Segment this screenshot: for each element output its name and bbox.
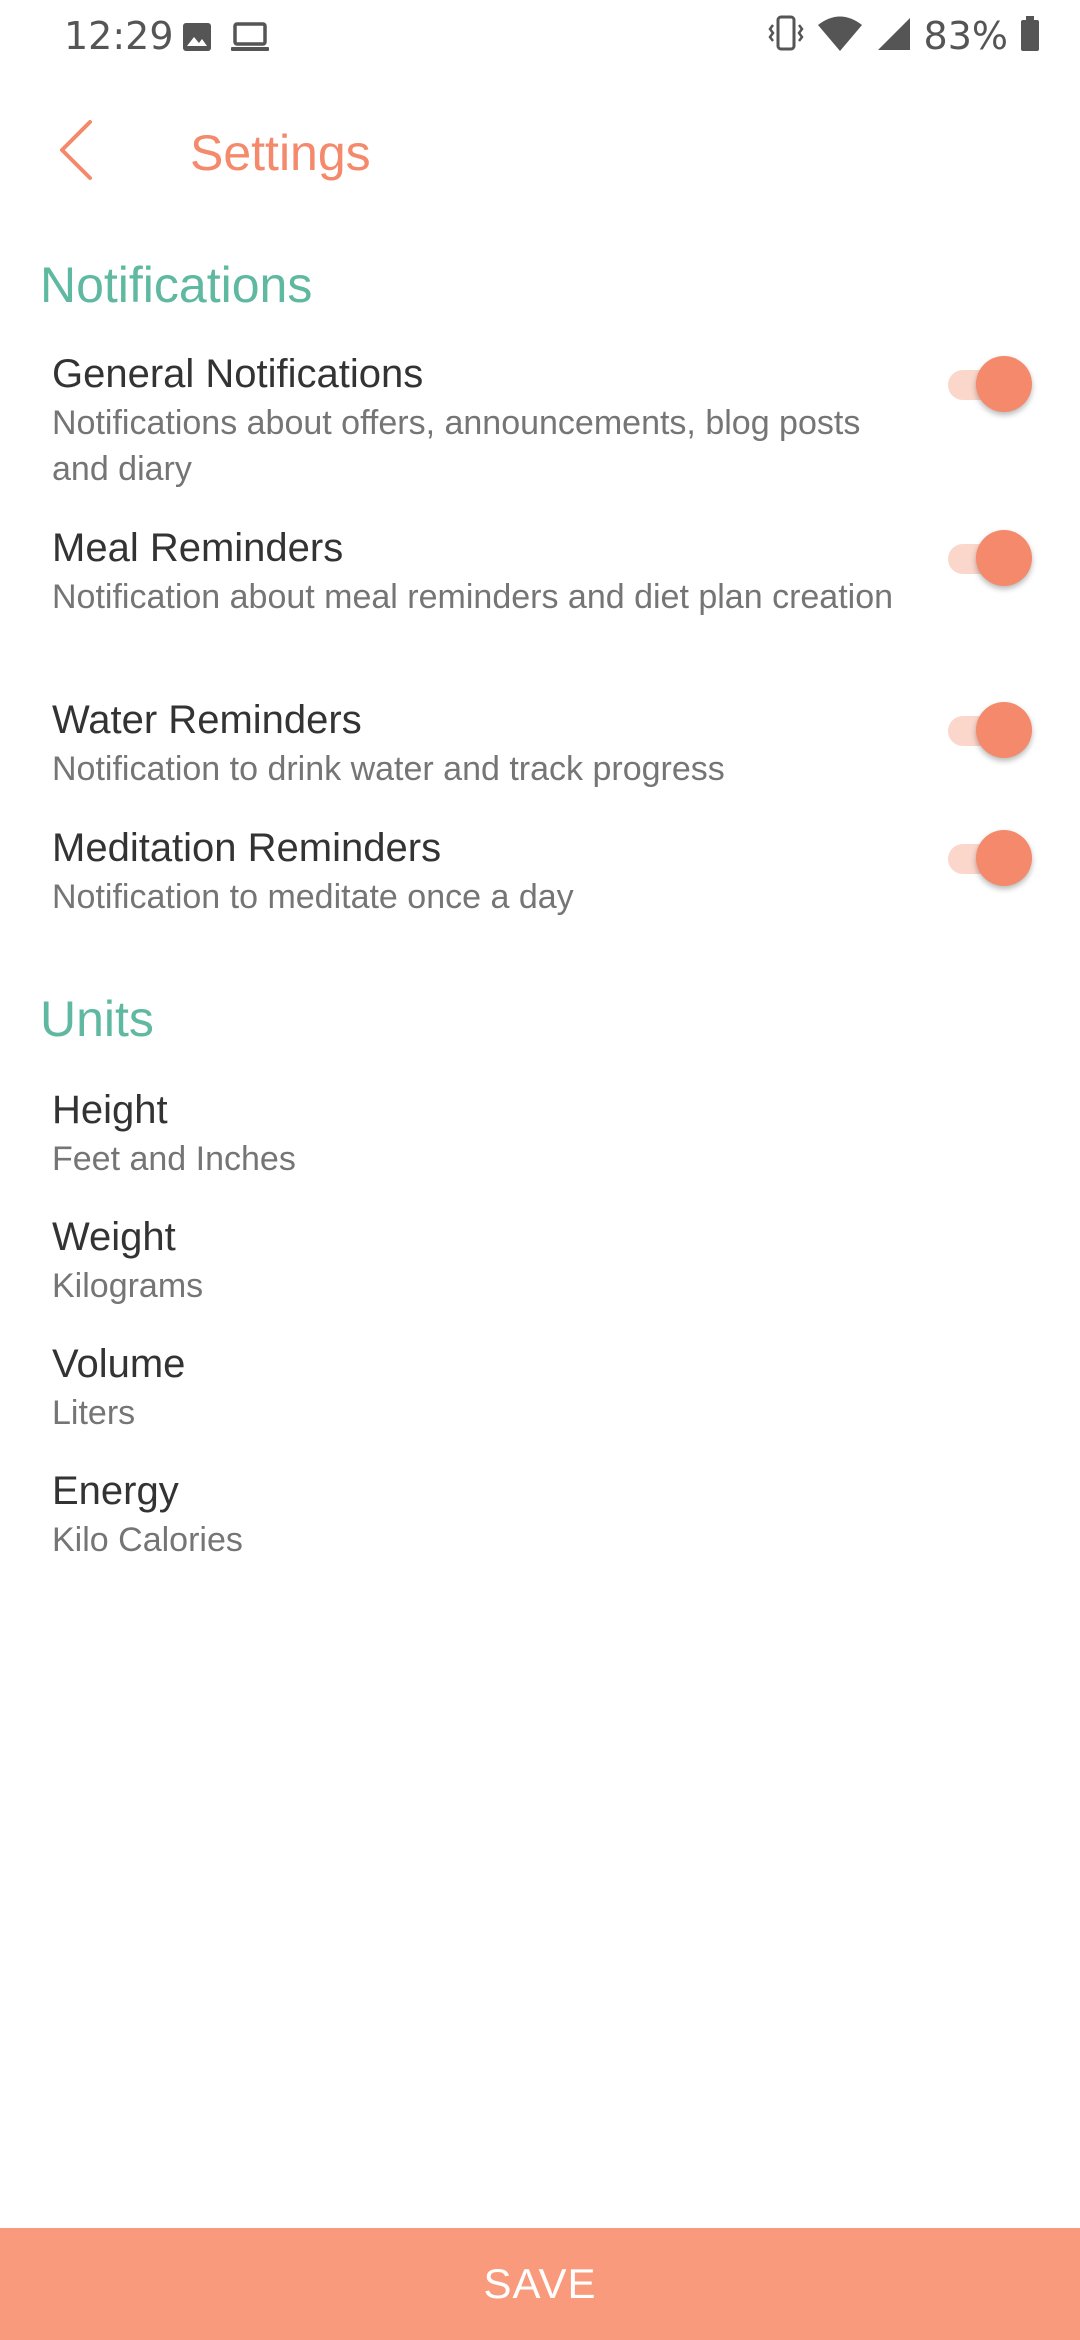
unit-title: Weight xyxy=(52,1215,176,1259)
unit-volume[interactable]: Volume Liters xyxy=(52,1338,1032,1436)
page-title: Settings xyxy=(190,125,371,181)
image-icon xyxy=(182,22,212,56)
unit-value: Kilo Calories xyxy=(52,1521,243,1559)
unit-title: Height xyxy=(52,1088,168,1132)
status-time: 12:29 xyxy=(64,14,174,58)
unit-energy[interactable]: Energy Kilo Calories xyxy=(52,1465,1032,1563)
setting-meal-reminders[interactable]: Meal Reminders Notification about meal r… xyxy=(52,522,1032,620)
unit-value: Feet and Inches xyxy=(52,1140,296,1178)
status-notification-icons xyxy=(182,22,270,56)
chevron-left-icon xyxy=(56,118,96,186)
status-bar: 12:29 83% xyxy=(0,0,1080,80)
status-system-icons: 83% xyxy=(767,14,1040,58)
battery-percent: 83% xyxy=(923,14,1008,58)
setting-title: Meditation Reminders xyxy=(52,826,442,870)
setting-water-reminders[interactable]: Water Reminders Notification to drink wa… xyxy=(52,694,1032,792)
water-reminders-toggle[interactable] xyxy=(944,698,1032,762)
unit-value: Liters xyxy=(52,1394,136,1432)
setting-title: Meal Reminders xyxy=(52,526,344,570)
signal-icon xyxy=(876,16,912,56)
meditation-reminders-toggle[interactable] xyxy=(944,826,1032,890)
section-title-units: Units xyxy=(40,991,154,1047)
setting-title: General Notifications xyxy=(52,352,424,396)
save-button[interactable]: SAVE xyxy=(0,2228,1080,2340)
meal-reminders-toggle[interactable] xyxy=(944,526,1032,590)
setting-title: Water Reminders xyxy=(52,698,362,742)
vibrate-icon xyxy=(767,15,804,57)
save-label: SAVE xyxy=(483,2260,597,2307)
setting-description: Notifications about offers, announcement… xyxy=(52,404,861,488)
general-notifications-toggle[interactable] xyxy=(944,352,1032,416)
back-button[interactable] xyxy=(40,116,112,188)
section-title-notifications: Notifications xyxy=(40,257,313,313)
setting-meditation-reminders[interactable]: Meditation Reminders Notification to med… xyxy=(52,822,1032,920)
wifi-icon xyxy=(816,16,864,56)
setting-description: Notification about meal reminders and di… xyxy=(52,578,894,616)
setting-description: Notification to drink water and track pr… xyxy=(52,750,725,788)
toggle-thumb xyxy=(976,356,1032,412)
unit-title: Energy xyxy=(52,1469,179,1513)
unit-value: Kilograms xyxy=(52,1267,204,1305)
unit-height[interactable]: Height Feet and Inches xyxy=(52,1084,1032,1182)
toggle-thumb xyxy=(976,702,1032,758)
toggle-thumb xyxy=(976,530,1032,586)
setting-description: Notification to meditate once a day xyxy=(52,878,574,916)
unit-title: Volume xyxy=(52,1342,186,1386)
setting-general-notifications[interactable]: General Notifications Notifications abou… xyxy=(52,348,1032,492)
laptop-icon xyxy=(230,22,270,56)
app-bar: Settings xyxy=(0,100,1080,210)
toggle-thumb xyxy=(976,830,1032,886)
battery-icon xyxy=(1020,16,1040,56)
unit-weight[interactable]: Weight Kilograms xyxy=(52,1211,1032,1309)
